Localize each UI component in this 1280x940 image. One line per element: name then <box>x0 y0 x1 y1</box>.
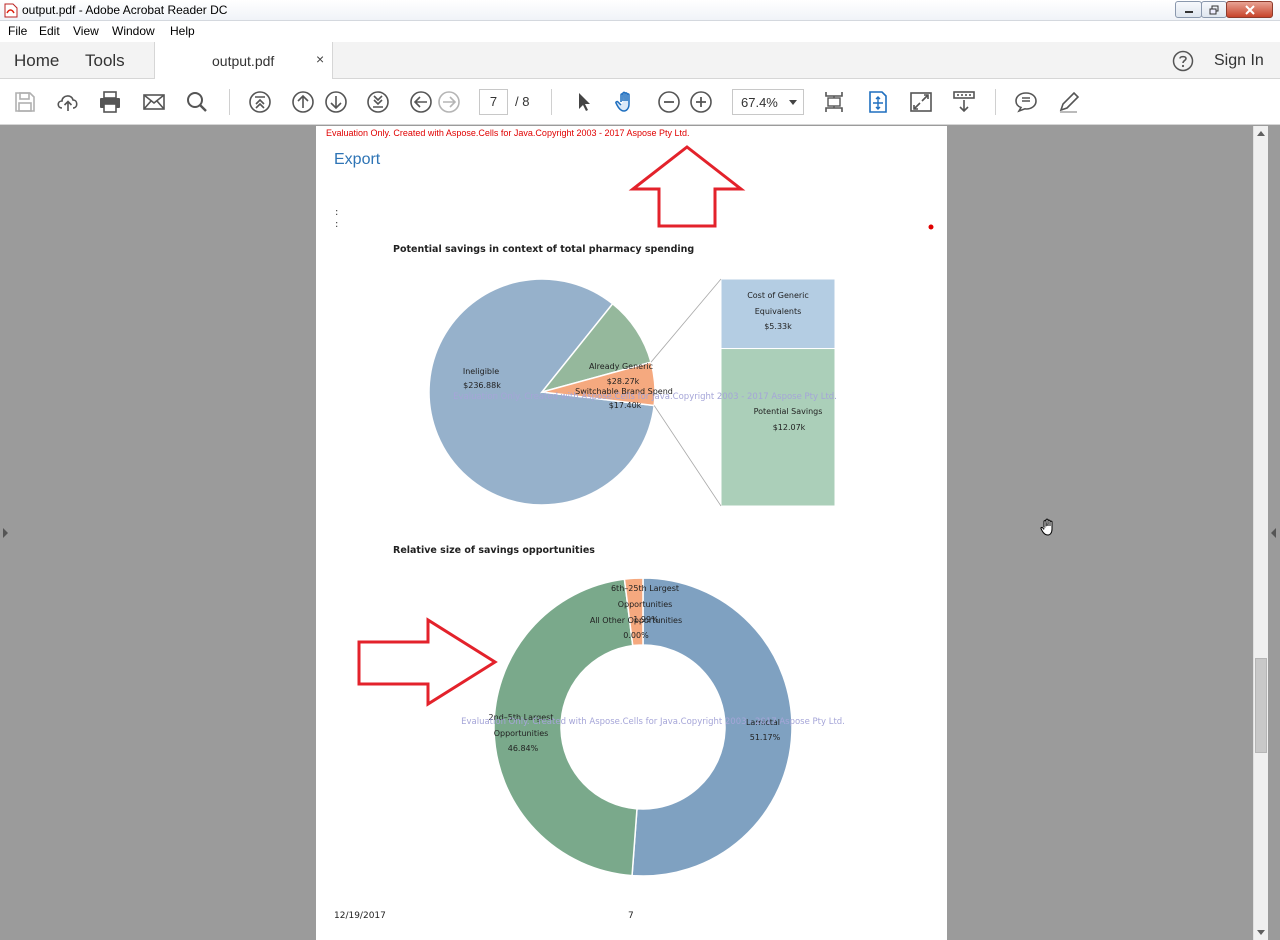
connector-line <box>653 405 722 507</box>
donut-label-2nd-5th: Opportunities <box>494 729 549 738</box>
minimize-icon <box>1184 10 1193 13</box>
last-page-icon[interactable] <box>366 90 390 114</box>
close-tab-icon[interactable]: × <box>316 51 324 67</box>
chevron-down-icon <box>789 100 797 105</box>
donut-value-2nd-5th: 46.84% <box>508 744 539 753</box>
pie-value-ineligible: $236.88k <box>463 381 501 390</box>
zoom-dropdown[interactable]: 67.4% <box>732 89 804 115</box>
red-arrow-up <box>628 145 746 228</box>
search-icon[interactable] <box>185 90 209 114</box>
pie-value-already-generic: $28.27k <box>607 377 640 386</box>
connector-line <box>650 278 722 363</box>
pie-label-already-generic: Already Generic <box>589 362 653 371</box>
toolbar-divider <box>551 89 552 115</box>
menu-window[interactable]: Window <box>112 24 155 38</box>
chart1-watermark: Evaluation Only. Created with Aspose.Cel… <box>453 392 837 402</box>
tab-tools[interactable]: Tools <box>85 51 125 71</box>
bar-label-potential-savings: Potential Savings <box>754 407 823 416</box>
menu-edit[interactable]: Edit <box>39 24 60 38</box>
zoom-value: 67.4% <box>741 95 778 110</box>
save-icon[interactable] <box>13 90 37 114</box>
toolbar-divider <box>995 89 996 115</box>
close-icon <box>1244 4 1255 15</box>
menu-help[interactable]: Help <box>170 24 195 38</box>
page-canvas: Evaluation Only. Created with Aspose.Cel… <box>326 128 934 921</box>
page-number-input[interactable]: 7 <box>479 89 508 115</box>
chart2-watermark: Evaluation Only. Created with Aspose.Cel… <box>461 717 845 727</box>
read-mode-icon[interactable] <box>952 90 976 114</box>
bar-value-generic-cost: $5.33k <box>764 322 792 331</box>
document-tab-label: output.pdf <box>212 53 275 69</box>
pie-value-switchable-brand: $17.40k <box>609 401 642 410</box>
scroll-up-icon[interactable] <box>1257 131 1265 136</box>
footer-page-number: 7 <box>628 911 634 921</box>
next-page-icon[interactable] <box>324 90 348 114</box>
colon-marker: : <box>335 207 338 218</box>
full-screen-icon[interactable] <box>909 90 933 114</box>
zoom-in-icon[interactable] <box>689 90 713 114</box>
menu-bar: File Edit View Window Help <box>0 21 1280 42</box>
window-title: output.pdf - Adobe Acrobat Reader DC <box>22 3 228 17</box>
select-cursor-icon[interactable] <box>572 90 596 114</box>
donut-label-6th-25th: 6th–25th Largest <box>611 584 679 593</box>
bar-label-generic-cost: Cost of Generic <box>747 291 809 300</box>
forward-icon[interactable] <box>437 90 461 114</box>
menu-file[interactable]: File <box>8 24 27 38</box>
donut-value-lamictal: 51.17% <box>750 733 781 742</box>
toolbar-divider <box>229 89 230 115</box>
close-window-button[interactable] <box>1226 1 1273 18</box>
pdf-page: Evaluation Only. Created with Aspose.Cel… <box>316 126 947 940</box>
back-icon[interactable] <box>409 90 433 114</box>
donut-value-all-other: 0.00% <box>623 631 649 640</box>
comment-icon[interactable] <box>1014 90 1038 114</box>
highlight-pen-icon[interactable] <box>1057 90 1081 114</box>
menu-view[interactable]: View <box>73 24 99 38</box>
toolbar: 7 / 8 67.4% <box>0 79 1280 125</box>
title-bar: output.pdf - Adobe Acrobat Reader DC <box>0 0 1280 21</box>
chart1-title: Potential savings in context of total ph… <box>393 244 694 255</box>
sign-in-link[interactable]: Sign In <box>1214 52 1264 70</box>
restore-icon <box>1209 5 1219 14</box>
acrobat-pdf-icon <box>4 3 18 18</box>
donut-label-all-other: All Other Opportunities <box>590 616 682 625</box>
minimize-button[interactable] <box>1175 1 1202 18</box>
scrollbar-thumb[interactable] <box>1255 658 1267 753</box>
prev-page-icon[interactable] <box>291 90 315 114</box>
left-pane-toggle-icon[interactable] <box>0 526 10 540</box>
help-circle-icon[interactable] <box>1172 50 1194 72</box>
restore-button[interactable] <box>1201 1 1227 18</box>
print-icon[interactable] <box>98 90 122 114</box>
tab-home[interactable]: Home <box>14 51 59 71</box>
hand-cursor-icon <box>1040 518 1053 536</box>
bar-value-potential-savings: $12.07k <box>773 423 806 432</box>
document-viewer[interactable]: Evaluation Only. Created with Aspose.Cel… <box>0 126 1280 940</box>
zoom-out-icon[interactable] <box>657 90 681 114</box>
hand-tool-icon[interactable] <box>613 90 637 114</box>
scroll-down-icon[interactable] <box>1257 930 1265 935</box>
fit-page-icon[interactable] <box>822 90 846 114</box>
footer-date: 12/19/2017 <box>334 911 386 921</box>
tab-bar: Home Tools output.pdf × Sign In <box>0 42 1280 79</box>
acrobat-window: output.pdf - Adobe Acrobat Reader DC Fil… <box>0 0 1280 940</box>
tab-document[interactable]: output.pdf × <box>154 42 333 79</box>
red-arrow-right <box>357 617 498 707</box>
email-icon[interactable] <box>142 90 166 114</box>
evaluation-banner: Evaluation Only. Created with Aspose.Cel… <box>326 128 690 138</box>
pie-label-ineligible: Ineligible <box>463 367 499 376</box>
colon-marker: : <box>335 219 338 230</box>
chart2-title: Relative size of savings opportunities <box>393 545 595 556</box>
section-title: Export <box>334 151 381 168</box>
first-page-icon[interactable] <box>248 90 272 114</box>
vertical-scrollbar[interactable] <box>1253 126 1268 940</box>
bar-label-generic-cost: Equivalents <box>755 307 802 316</box>
opportunities-doughnut-chart: Lamictal51.17%2nd–5th LargestOpportuniti… <box>461 577 845 877</box>
savings-pie-chart: Ineligible $236.88k Already Generic $28.27k… <box>428 278 837 507</box>
page-total: / 8 <box>515 94 530 109</box>
marquee-zoom-icon[interactable] <box>866 90 890 114</box>
red-dot <box>928 224 934 230</box>
right-pane-toggle-icon[interactable] <box>1268 526 1278 540</box>
donut-label-6th-25th: Opportunities <box>618 600 673 609</box>
upload-cloud-icon[interactable] <box>56 90 80 114</box>
